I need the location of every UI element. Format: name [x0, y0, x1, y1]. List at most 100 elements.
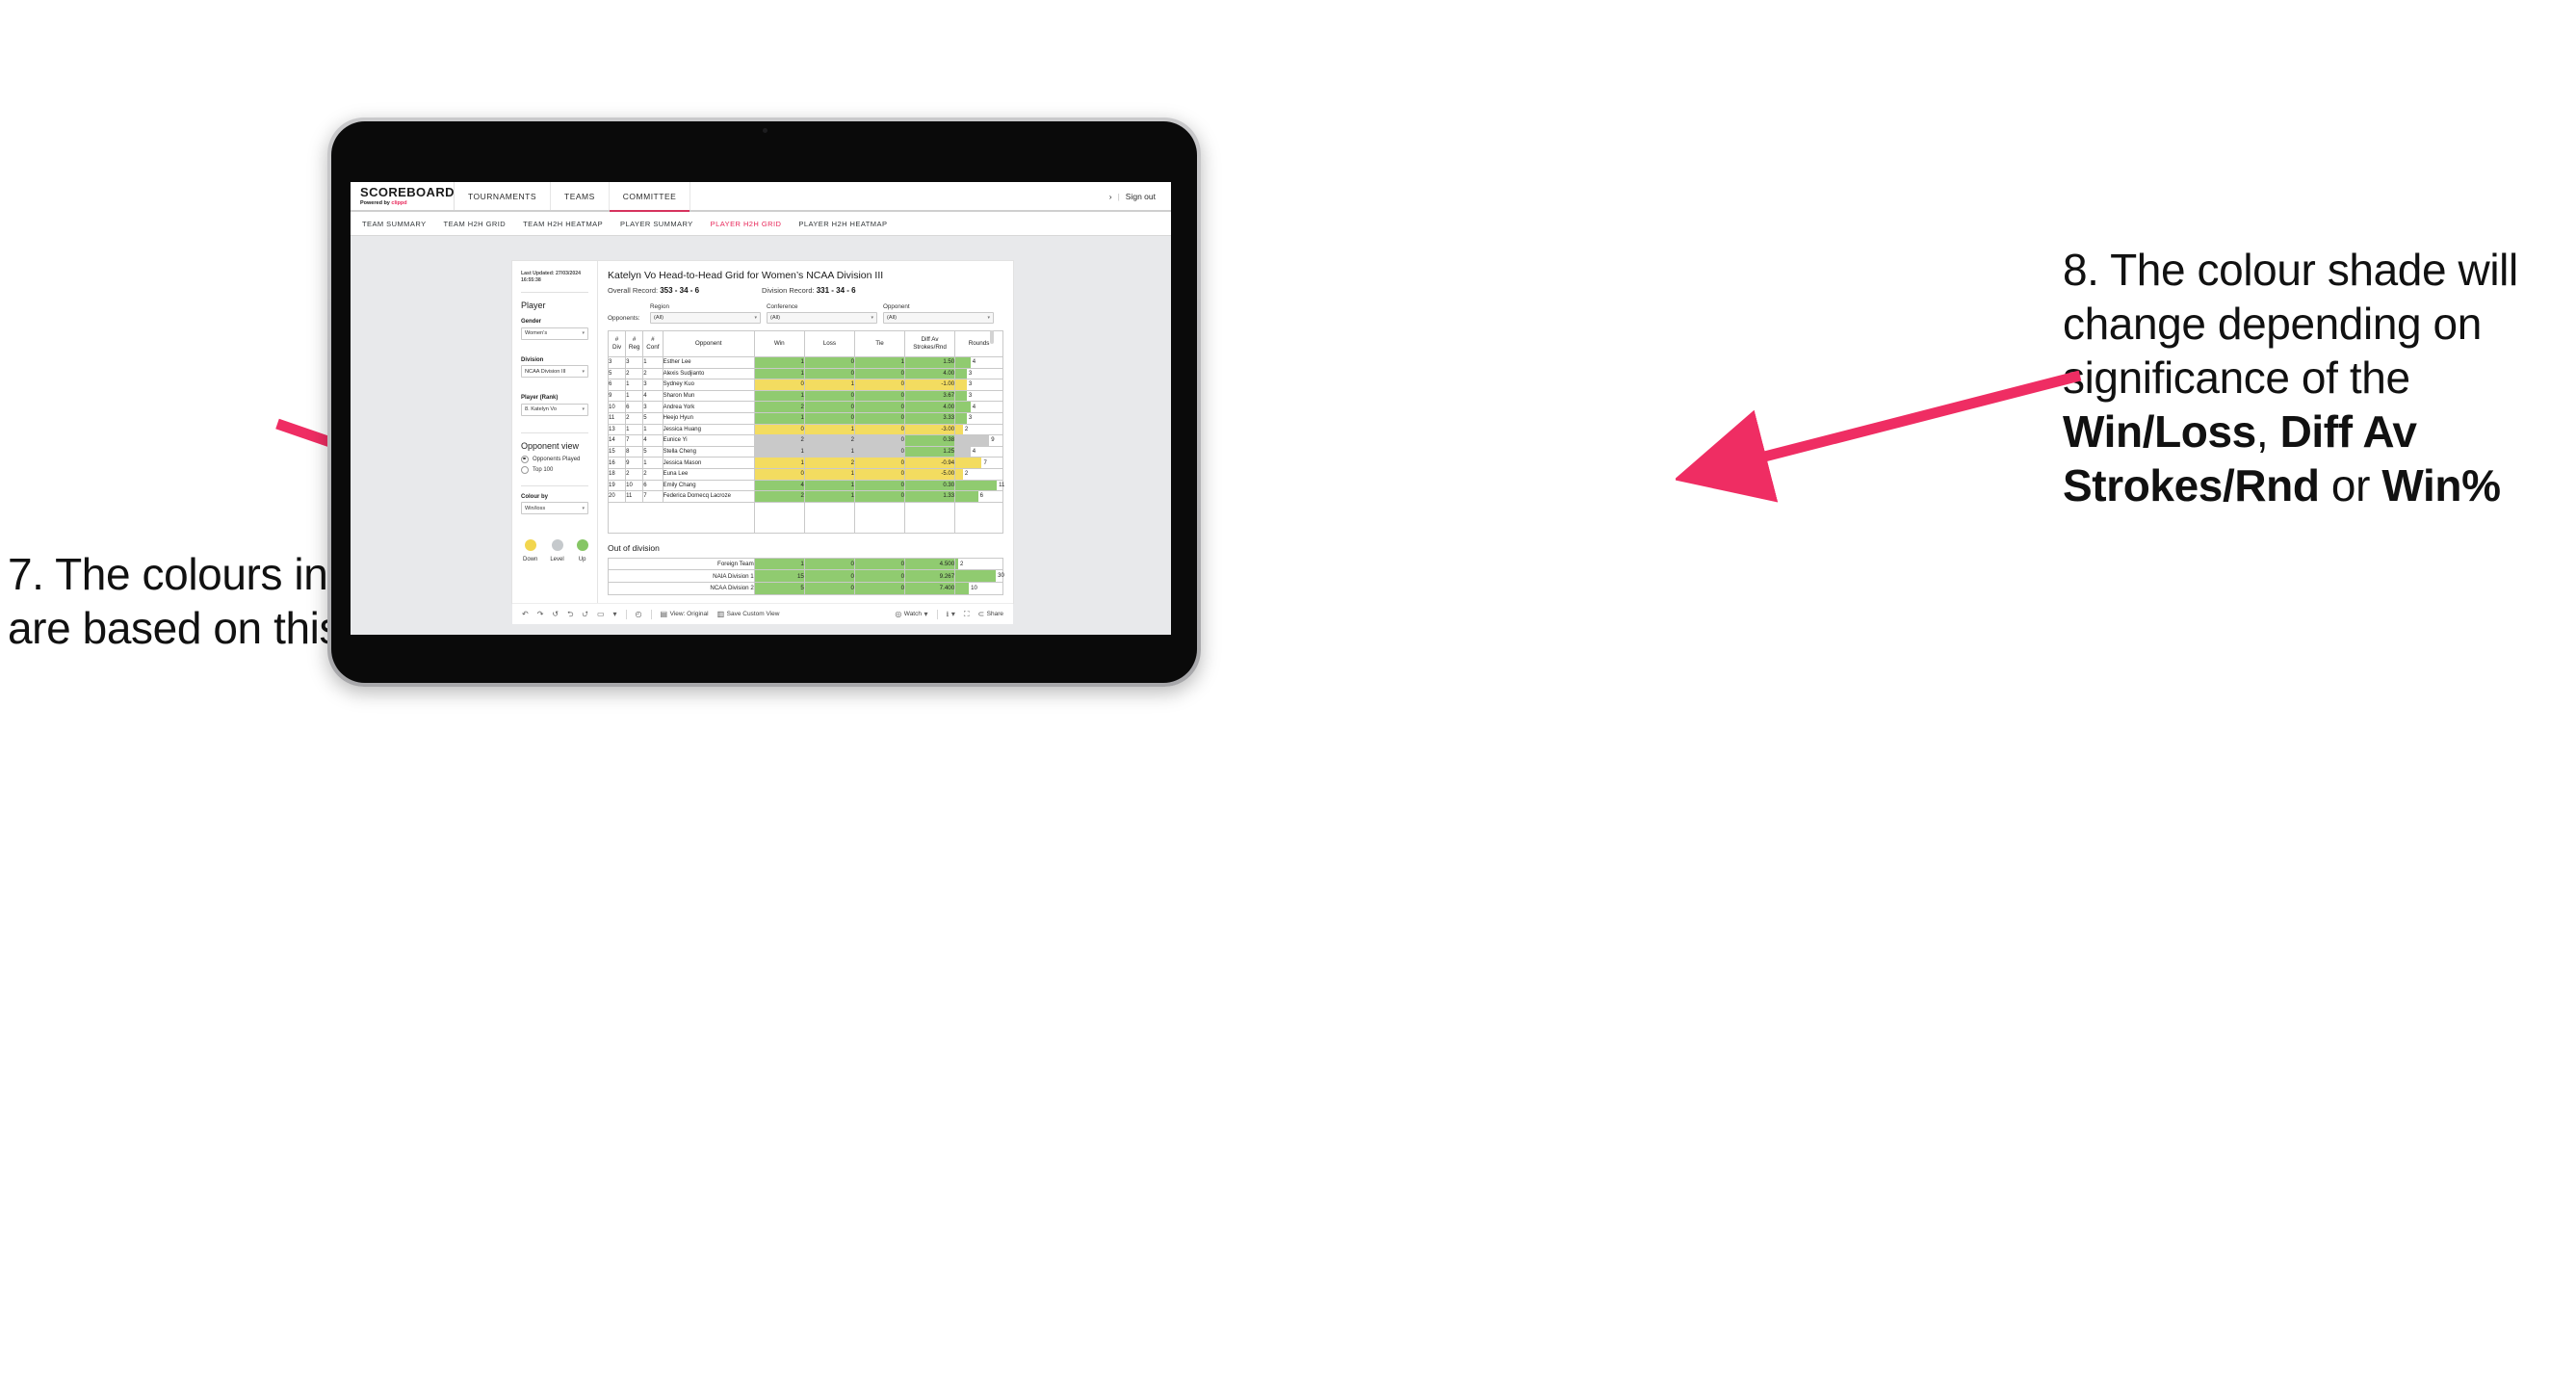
table-row[interactable]: 5 2 2 Alexis Sudjianto 1 0 0 4.00 3 [607, 367, 1003, 380]
table-row[interactable]: 6 1 3 Sydney Kuo 0 1 0 -1.00 3 [607, 379, 1003, 391]
grid-header-row: # Div # Reg # Conf Opponent Win Loss Tie Diff Av St… [607, 330, 1003, 357]
table-row[interactable]: 18 2 2 Euna Lee 0 1 0 -5.00 2 [607, 467, 1003, 481]
overall-record-value: 353 - 34 - 6 [660, 286, 700, 295]
table-row[interactable]: NAIA Division 1 15 0 0 9.267 30 [608, 569, 1004, 583]
cell-loss: 0 [803, 569, 855, 583]
cell-win: 4 [753, 479, 805, 492]
cell-reg: 6 [625, 401, 644, 413]
grid-col-header-tie[interactable]: Tie [853, 330, 906, 357]
watch-button[interactable]: ◎ Watch ▾ [895, 609, 928, 618]
table-row[interactable]: 20 11 7 Federica Domecq Lacroze 2 1 0 1.33 6 [607, 490, 1003, 503]
subnav-item-player-h2h-grid[interactable]: PLAYER H2H GRID [711, 220, 782, 228]
topnav-item-committee[interactable]: COMMITTEE [609, 182, 691, 212]
cell-conf: 5 [642, 411, 664, 425]
cell-diff: 3.67 [903, 389, 956, 403]
table-row[interactable]: 3 3 1 Esther Lee 1 0 1 1.50 4 [607, 356, 1003, 369]
refresh-data-icon[interactable]: ⮌ [567, 610, 573, 618]
subnav-item-player-h2h-heatmap[interactable]: PLAYER H2H HEATMAP [798, 220, 887, 228]
radio-opponents-played[interactable]: Opponents Played [521, 455, 588, 463]
chevron-down-icon: ▾ [582, 505, 585, 511]
player-rank-select[interactable]: 8. Katelyn Vo ▾ [521, 403, 588, 416]
cell-rounds: 30 [954, 569, 1004, 583]
empty-cell [753, 502, 805, 534]
annotation-8-text-1: 8. The colour shade will change dependin… [2063, 245, 2518, 404]
history-icon[interactable]: ◴ [636, 610, 642, 618]
cell-rounds: 3 [954, 411, 1003, 425]
cell-conf: 2 [642, 367, 664, 380]
highlight-icon[interactable]: ▭ [597, 610, 605, 618]
rounds-value: 3 [968, 381, 973, 388]
opponent-select[interactable]: (All) ▾ [883, 312, 994, 324]
cell-win: 0 [753, 423, 805, 436]
table-scrollbar[interactable] [990, 330, 994, 344]
table-row[interactable]: 19 10 6 Emily Chang 4 1 0 0.30 11 [607, 479, 1004, 492]
rounds-bar [955, 368, 967, 379]
chevron-down-icon[interactable]: ▾ [613, 610, 617, 618]
topnav-item-teams[interactable]: TEAMS [551, 182, 610, 210]
grid-col-header-div[interactable]: # Div [607, 330, 627, 357]
sign-out-link[interactable]: Sign out [1126, 192, 1156, 201]
legend-item-down: Down [523, 539, 537, 562]
table-row[interactable]: 14 7 4 Eunice Yi 2 2 0 0.38 9 [607, 434, 1003, 447]
grid-col-header-rounds[interactable]: Rounds [954, 330, 1003, 357]
radio-top-100-label: Top 100 [533, 466, 554, 473]
save-custom-view-button[interactable]: ▥ Save Custom View [717, 610, 780, 618]
legend-label-up: Up [578, 557, 586, 563]
revert-icon[interactable]: ↺ [552, 610, 559, 618]
table-row[interactable]: 16 9 1 Jessica Mason 1 2 0 -0.94 7 [607, 457, 1003, 469]
table-row[interactable]: 9 1 4 Sharon Mun 1 0 0 3.67 3 [607, 389, 1003, 403]
cell-win: 1 [753, 445, 805, 458]
subnav-item-team-summary[interactable]: TEAM SUMMARY [362, 220, 427, 228]
conference-select[interactable]: (All) ▾ [767, 312, 877, 324]
share-button[interactable]: ⊂ Share [977, 610, 1013, 618]
cell-loss: 0 [803, 367, 855, 380]
table-row[interactable]: 15 8 5 Stella Cheng 1 1 0 1.25 4 [607, 445, 1003, 458]
grid-col-header-win[interactable]: Win [753, 330, 805, 357]
region-select[interactable]: (All) ▾ [650, 312, 761, 324]
redo-icon[interactable]: ↷ [537, 610, 544, 618]
cell-tie: 0 [853, 401, 906, 413]
chevron-down-icon: ▾ [582, 368, 585, 375]
table-row[interactable]: Foreign Team 1 0 0 4.500 2 [608, 557, 1003, 571]
gender-select[interactable]: Women’s ▾ [521, 327, 588, 340]
undo-icon[interactable]: ↶ [522, 610, 529, 618]
table-row[interactable]: 10 6 3 Andrea York 2 0 0 4.00 4 [607, 401, 1003, 413]
cell-tie: 0 [853, 569, 906, 583]
colour-by-select[interactable]: Win/loss ▾ [521, 502, 588, 515]
out-of-division-title: Out of division [608, 542, 660, 553]
subnav-item-team-h2h-grid[interactable]: TEAM H2H GRID [444, 220, 507, 228]
rounds-value: 3 [968, 415, 973, 422]
cell-conf: 4 [642, 389, 664, 403]
cell-tie: 0 [853, 581, 906, 595]
cell-loss: 2 [803, 457, 855, 469]
empty-cell [608, 502, 755, 534]
table-row[interactable]: NCAA Division 2 5 0 0 7.400 10 [608, 581, 1003, 595]
cell-conf: 6 [642, 479, 664, 492]
cell-opponent: Sydney Kuo [662, 379, 755, 391]
grid-col-header-reg[interactable]: # Reg [625, 330, 644, 357]
cell-rounds: 3 [954, 379, 1003, 391]
colour-by-label: Colour by [521, 493, 548, 500]
grid-col-header-diff-av-strokes-rnd[interactable]: Diff Av Strokes/Rnd [903, 330, 956, 357]
grid-col-header-opponent[interactable]: Opponent [662, 330, 755, 357]
player-rank-label: Player (Rank) [521, 395, 559, 402]
topnav-item-tournaments[interactable]: TOURNAMENTS [455, 182, 551, 210]
brand-logo[interactable]: SCOREBOARD Powered by clippd [351, 182, 455, 210]
fullscreen-icon[interactable]: ⛶ [964, 610, 970, 618]
subnav-item-team-h2h-heatmap[interactable]: TEAM H2H HEATMAP [523, 220, 603, 228]
pause-updates-icon[interactable]: ⮍ [583, 610, 588, 618]
division-select[interactable]: NCAA Division III ▾ [521, 365, 588, 379]
table-row[interactable]: 11 2 5 Heejo Hyun 1 0 0 3.33 3 [607, 411, 1003, 425]
view-original-button[interactable]: ▤ View: Original [661, 610, 709, 618]
grid-header: # Div # Reg # Conf Opponent Win Loss Tie Diff Av St… [607, 330, 1003, 357]
table-row[interactable]: 13 1 1 Jessica Huang 0 1 0 -3.00 2 [607, 423, 1003, 436]
download-button[interactable]: ⭳ ▾ [947, 610, 955, 618]
radio-top-100[interactable]: Top 100 [521, 465, 588, 474]
grid-col-header-loss[interactable]: Loss [803, 330, 855, 357]
chevron-right-icon[interactable]: › [1109, 192, 1112, 201]
subnav-item-player-summary[interactable]: PLAYER SUMMARY [620, 220, 693, 228]
grid-col-header-conf[interactable]: # Conf [642, 330, 664, 357]
chevron-down-icon: ▾ [924, 609, 928, 618]
rounds-value: 2 [964, 426, 969, 432]
head-to-head-grid: # Div # Reg # Conf Opponent Win Loss Tie Diff Av St… [607, 330, 1004, 534]
